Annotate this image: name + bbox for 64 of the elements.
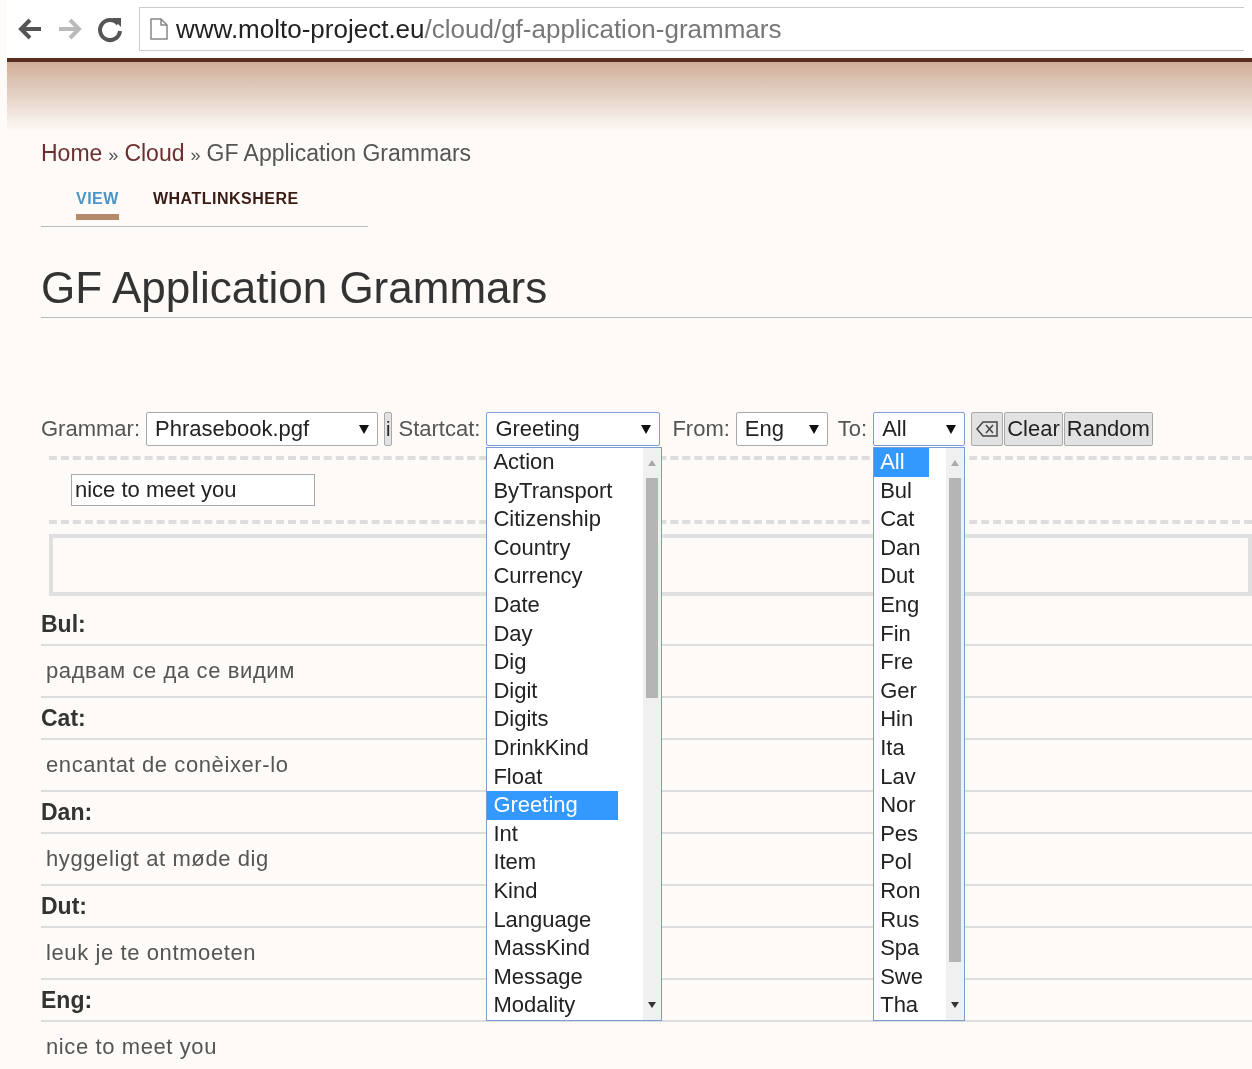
- translation-text: nice to meet you: [41, 1022, 1252, 1069]
- startcat-label: Startcat:: [398, 416, 481, 442]
- breadcrumb-link[interactable]: Home: [41, 140, 103, 167]
- dropdown-option[interactable]: Message: [487, 962, 619, 992]
- caret-icon: [946, 424, 957, 434]
- from-label: From:: [672, 416, 730, 442]
- backspace-button[interactable]: [971, 412, 1004, 446]
- dropdown-option[interactable]: DrinkKind: [487, 733, 619, 763]
- dropdown-option[interactable]: Cat: [874, 505, 929, 534]
- dropdown-option[interactable]: Pes: [874, 819, 929, 849]
- tab[interactable]: WHATLINKSHERE: [152, 190, 299, 220]
- to-label: To:: [837, 416, 868, 442]
- dropdown-option[interactable]: Hin: [874, 705, 929, 734]
- backspace-icon: [976, 421, 999, 437]
- dropdown-option[interactable]: Currency: [487, 562, 619, 591]
- caret-icon: [808, 424, 819, 434]
- dropdown-option[interactable]: Day: [487, 619, 619, 649]
- input-field[interactable]: nice to meet you: [71, 474, 315, 506]
- caret-icon: [641, 424, 652, 434]
- address-bar[interactable]: www.molto-project.eu/cloud/gf-application-grammars: [139, 7, 1244, 51]
- dropdown-option[interactable]: Fre: [874, 648, 929, 677]
- dropdown-option[interactable]: Bul: [874, 476, 929, 506]
- dropdown-option[interactable]: Digit: [487, 676, 619, 706]
- dropdown-option[interactable]: Action: [487, 448, 619, 477]
- random-button[interactable]: Random: [1063, 412, 1153, 446]
- dropdown-option[interactable]: Lav: [874, 762, 929, 792]
- dropdown-option[interactable]: Dig: [487, 648, 619, 677]
- breadcrumb-current: GF Application Grammars: [206, 140, 472, 167]
- dropdown-option[interactable]: Pol: [874, 848, 929, 877]
- dropdown-option[interactable]: Ita: [874, 733, 929, 763]
- breadcrumb-separator: »: [190, 145, 201, 166]
- dropdown-option[interactable]: Modality: [487, 991, 619, 1020]
- dropdown-option[interactable]: Rus: [874, 905, 929, 935]
- dropdown-option[interactable]: Language: [487, 905, 619, 935]
- dropdown-option[interactable]: Citizenship: [487, 505, 619, 534]
- dropdown-option[interactable]: Eng: [874, 590, 929, 620]
- dropdown-option[interactable]: Dut: [874, 562, 929, 591]
- dropdown-option[interactable]: MassKind: [487, 934, 619, 963]
- breadcrumb-link[interactable]: Cloud: [124, 140, 185, 167]
- grammar-select[interactable]: Phrasebook.pgf: [146, 412, 378, 446]
- dropdown-option[interactable]: Date: [487, 590, 619, 620]
- dropdown-option[interactable]: Ger: [874, 676, 929, 706]
- dropdown-option[interactable]: Nor: [874, 791, 929, 820]
- dropdown-option[interactable]: Kind: [487, 876, 619, 906]
- dropdown-option[interactable]: Int: [487, 819, 619, 849]
- page-title: GF Application Grammars: [41, 263, 1252, 318]
- info-button[interactable]: i: [384, 412, 393, 446]
- dropdown-option[interactable]: Item: [487, 848, 619, 877]
- dropdown-option[interactable]: Spa: [874, 934, 929, 963]
- dropdown-option[interactable]: Fin: [874, 619, 929, 649]
- dropdown-option[interactable]: Tha: [874, 991, 929, 1020]
- breadcrumb-separator: »: [108, 145, 119, 166]
- dropdown-option[interactable]: Ron: [874, 876, 929, 906]
- dropdown-option[interactable]: Country: [487, 533, 619, 563]
- grammar-label: Grammar:: [41, 416, 140, 442]
- dropdown-option[interactable]: Dan: [874, 533, 929, 563]
- dropdown-option[interactable]: Float: [487, 762, 619, 792]
- caret-icon: [359, 424, 369, 434]
- page-icon: [150, 18, 168, 40]
- dropdown-option[interactable]: Swe: [874, 962, 929, 992]
- dropdown-option[interactable]: Digits: [487, 705, 619, 734]
- dropdown-option[interactable]: ByTransport: [487, 476, 619, 506]
- from-select[interactable]: Eng: [735, 412, 828, 446]
- clear-button[interactable]: Clear: [1004, 412, 1063, 446]
